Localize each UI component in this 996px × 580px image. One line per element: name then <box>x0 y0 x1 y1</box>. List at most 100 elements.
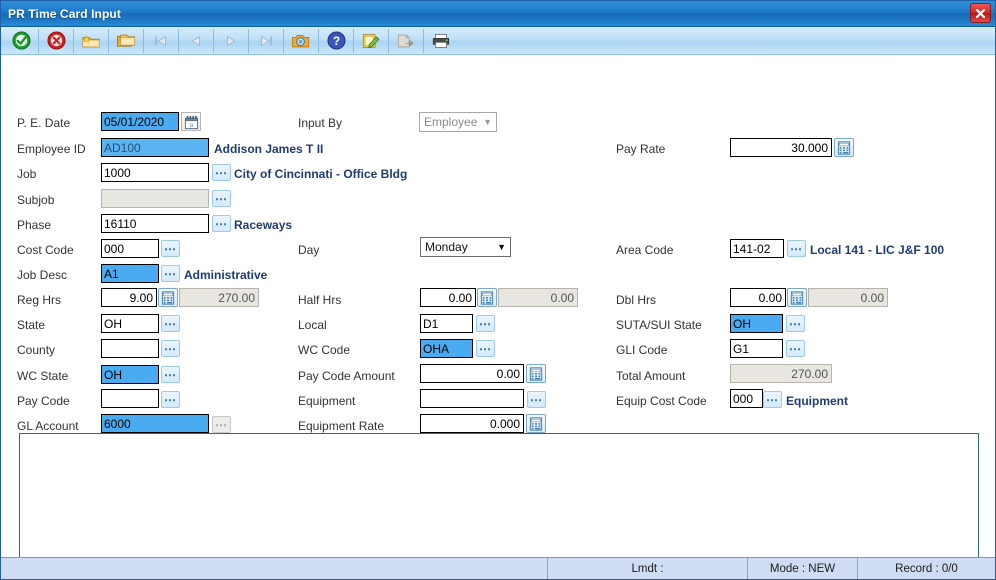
equipment-lookup-button[interactable]: ⋯ <box>527 391 546 408</box>
wc-code-input[interactable] <box>420 339 473 358</box>
calculator-icon <box>529 366 543 381</box>
pay-code-lookup-button[interactable]: ⋯ <box>161 391 180 408</box>
job-lookup-button[interactable]: ⋯ <box>212 164 231 181</box>
equip-cost-code-input[interactable] <box>730 389 763 408</box>
pay-code-amount-label: Pay Code Amount <box>298 369 395 383</box>
equipment-rate-calculator-button[interactable] <box>526 414 546 433</box>
gli-code-input[interactable] <box>730 339 783 358</box>
toolbar-separator <box>178 28 179 53</box>
equip-cost-code-lookup-button[interactable]: ⋯ <box>763 391 782 408</box>
toolbar-separator <box>38 28 39 53</box>
area-code-label: Area Code <box>616 243 674 257</box>
pe-date-calendar-button[interactable]: o <box>181 112 201 131</box>
job-label: Job <box>17 167 37 181</box>
edit-button[interactable] <box>355 28 387 54</box>
job-input[interactable] <box>101 163 209 182</box>
accept-button[interactable] <box>5 28 37 54</box>
dbl-hrs-calculator-button[interactable] <box>787 288 807 307</box>
print-button[interactable] <box>425 28 457 54</box>
suta-sui-state-input[interactable] <box>730 314 783 333</box>
copy-record-button[interactable] <box>110 28 142 54</box>
form-area: P. E. Date o Input By Employee ▼ Pay Rat… <box>1 55 995 557</box>
gli-code-label: GLI Code <box>616 343 668 357</box>
new-folder-icon <box>82 34 100 47</box>
state-lookup-button[interactable]: ⋯ <box>161 315 180 332</box>
pay-rate-calculator-button[interactable] <box>834 138 854 157</box>
job-desc-lookup-button[interactable]: ⋯ <box>161 265 180 282</box>
camera-search-icon <box>291 34 310 47</box>
new-record-button[interactable] <box>75 28 107 54</box>
dbl-hrs-input[interactable] <box>730 288 786 307</box>
toolbar-separator <box>423 28 424 53</box>
green-check-icon <box>11 31 31 50</box>
wc-code-lookup-button[interactable]: ⋯ <box>476 340 495 357</box>
local-lookup-button[interactable]: ⋯ <box>476 315 495 332</box>
suta-sui-state-lookup-button[interactable]: ⋯ <box>786 315 805 332</box>
equipment-input[interactable] <box>420 389 524 408</box>
help-button[interactable]: ? <box>320 28 352 54</box>
gli-code-lookup-button[interactable]: ⋯ <box>786 340 805 357</box>
county-input[interactable] <box>101 339 159 358</box>
red-x-icon <box>46 31 66 50</box>
close-button[interactable] <box>970 3 991 23</box>
notes-textarea[interactable] <box>19 433 979 557</box>
half-hrs-label: Half Hrs <box>298 293 342 307</box>
first-record-button[interactable] <box>145 28 177 54</box>
county-lookup-button[interactable]: ⋯ <box>161 340 180 357</box>
pay-code-amount-input[interactable] <box>420 364 524 383</box>
pay-code-amount-calculator-button[interactable] <box>526 364 546 383</box>
wc-state-input[interactable] <box>101 365 159 384</box>
calculator-icon <box>161 290 175 305</box>
subjob-input[interactable] <box>101 189 209 208</box>
gl-account-lookup-button[interactable]: ⋯ <box>212 416 231 433</box>
subjob-label: Subjob <box>17 193 55 207</box>
job-desc-input[interactable] <box>101 264 159 283</box>
gl-account-input[interactable] <box>101 414 209 433</box>
day-dropdown[interactable]: Monday ▼ <box>420 237 511 257</box>
status-mode: Mode : NEW <box>747 558 857 579</box>
reg-hrs-input[interactable] <box>101 288 157 307</box>
svg-text:o: o <box>189 122 193 129</box>
next-record-button[interactable] <box>215 28 247 54</box>
pay-rate-input[interactable] <box>730 138 832 157</box>
reg-hrs-label: Reg Hrs <box>17 293 62 307</box>
phase-lookup-button[interactable]: ⋯ <box>212 215 231 232</box>
cost-code-lookup-button[interactable]: ⋯ <box>161 240 180 257</box>
notepad-pencil-icon <box>362 33 380 48</box>
export-button[interactable] <box>390 28 422 54</box>
wc-state-lookup-button[interactable]: ⋯ <box>161 366 180 383</box>
pe-date-input[interactable] <box>101 112 179 131</box>
input-by-dropdown[interactable]: Employee ▼ <box>419 112 497 132</box>
state-input[interactable] <box>101 314 159 333</box>
toolbar-separator <box>388 28 389 53</box>
local-label: Local <box>298 318 327 332</box>
status-lmdt: Lmdt : <box>547 558 747 579</box>
last-record-button[interactable] <box>250 28 282 54</box>
phase-input[interactable] <box>101 214 209 233</box>
area-code-description: Local 141 - LIC J&F 100 <box>810 243 945 257</box>
half-hrs-input[interactable] <box>420 288 476 307</box>
cost-code-input[interactable] <box>101 239 159 258</box>
printer-icon <box>432 33 450 48</box>
last-arrow-icon <box>261 35 272 46</box>
job-description: City of Cincinnati - Office Bldg <box>234 167 408 181</box>
half-hrs-amount <box>498 288 578 307</box>
cancel-button[interactable] <box>40 28 72 54</box>
equipment-rate-input[interactable] <box>420 414 524 433</box>
half-hrs-calculator-button[interactable] <box>477 288 497 307</box>
local-input[interactable] <box>420 314 473 333</box>
calculator-icon <box>790 290 804 305</box>
area-code-input[interactable] <box>730 239 784 258</box>
find-button[interactable] <box>285 28 317 54</box>
previous-record-button[interactable] <box>180 28 212 54</box>
dbl-hrs-label: Dbl Hrs <box>616 293 657 307</box>
area-code-lookup-button[interactable]: ⋯ <box>787 240 806 257</box>
toolbar-separator <box>318 28 319 53</box>
state-label: State <box>17 318 46 332</box>
svg-text:?: ? <box>332 34 339 48</box>
employee-id-input[interactable] <box>101 138 209 157</box>
reg-hrs-calculator-button[interactable] <box>158 288 178 307</box>
pay-code-input[interactable] <box>101 389 159 408</box>
chevron-down-icon: ▼ <box>483 117 492 127</box>
subjob-lookup-button[interactable]: ⋯ <box>212 190 231 207</box>
